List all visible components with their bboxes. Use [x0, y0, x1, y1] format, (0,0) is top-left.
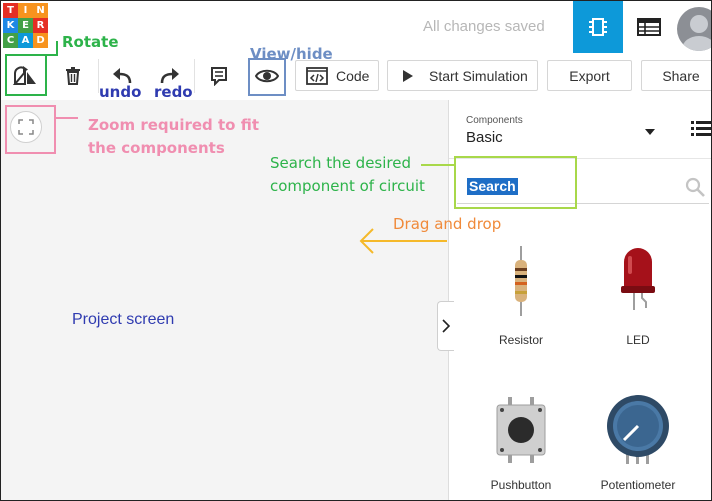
redo-annotation: redo: [154, 83, 193, 101]
view-hide-highlight: [248, 58, 286, 96]
export-button[interactable]: Export: [547, 60, 632, 91]
pushbutton-icon: [496, 397, 546, 463]
view-hide-annotation: View/hide: [250, 45, 333, 63]
logo-tile: E: [18, 18, 33, 33]
drag-drop-arrow: [359, 228, 447, 254]
zoom-highlight: [5, 105, 56, 154]
search-leader-line: [421, 164, 455, 166]
components-value: Basic: [466, 129, 503, 146]
share-button[interactable]: Share: [641, 60, 711, 91]
save-status: All changes saved: [423, 18, 545, 35]
component-potentiometer[interactable]: Potentiometer: [578, 394, 698, 497]
notes-icon: [211, 67, 227, 86]
zoom-annotation-line1: Zoom required to fit: [88, 116, 259, 134]
component-resistor[interactable]: Resistor: [461, 246, 581, 356]
user-avatar[interactable]: [677, 7, 711, 51]
led-icon: [621, 248, 655, 310]
rotate-highlight: [5, 54, 47, 96]
logo-tile: T: [3, 3, 18, 18]
toolbar-divider: [194, 59, 195, 93]
zoom-leader-line: [56, 117, 78, 119]
chevron-right-icon: [442, 319, 450, 333]
component-label: Potentiometer: [600, 478, 676, 492]
user-avatar-icon: [682, 15, 711, 51]
logo-tile: D: [33, 33, 48, 48]
table-list-icon: [637, 18, 661, 36]
components-dropdown[interactable]: Components Basic: [457, 108, 667, 154]
logo-tile: C: [3, 33, 18, 48]
rotate-annotation: Rotate: [62, 33, 119, 51]
undo-annotation: undo: [99, 83, 142, 101]
zoom-annotation: Zoom required to fit the components: [88, 114, 259, 160]
component-list-button[interactable]: [624, 1, 674, 53]
panel-header: Components Basic: [449, 100, 711, 159]
zoom-annotation-line2: the components: [88, 139, 225, 157]
search-highlight: [454, 156, 577, 209]
potentiometer-icon: [607, 395, 669, 464]
export-label: Export: [569, 67, 610, 84]
component-label: LED: [626, 333, 650, 347]
logo-tile: A: [18, 33, 33, 48]
list-view-icon[interactable]: [691, 120, 711, 136]
component-label: Resistor: [498, 333, 543, 347]
circuit-chip-icon: [589, 18, 607, 36]
app-window: T I N K E R C A D All changes saved Code…: [0, 0, 712, 501]
project-screen-annotation: Project screen: [72, 311, 175, 328]
search-icon: [685, 177, 705, 197]
start-simulation-button[interactable]: Start Simulation: [387, 60, 538, 91]
search-annotation-line2: component of circuit: [270, 177, 425, 195]
delete-button[interactable]: [58, 61, 88, 91]
components-caption: Components: [466, 115, 523, 126]
start-simulation-label: Start Simulation: [429, 67, 528, 84]
play-icon: [403, 69, 413, 82]
code-button[interactable]: Code: [295, 60, 379, 91]
logo-tile: K: [3, 18, 18, 33]
collapse-panel-tab[interactable]: [437, 301, 454, 351]
search-annotation-line1: Search the desired: [270, 154, 412, 172]
logo-tile: I: [18, 3, 33, 18]
component-pushbutton[interactable]: Pushbutton: [461, 397, 581, 497]
share-label: Share: [662, 67, 700, 84]
logo-tile: N: [33, 3, 48, 18]
component-led[interactable]: LED: [578, 246, 698, 356]
logo-tile: R: [33, 18, 48, 33]
component-label: Pushbutton: [490, 478, 552, 492]
code-icon: [306, 66, 328, 85]
circuit-view-button[interactable]: [573, 1, 623, 53]
tinkercad-logo[interactable]: T I N K E R C A D: [3, 3, 48, 48]
notes-button[interactable]: [204, 61, 234, 91]
trash-icon: [66, 67, 80, 85]
resistor-icon: [515, 246, 527, 316]
code-button-label: Code: [336, 67, 370, 84]
caret-down-icon: [645, 129, 655, 135]
search-annotation: Search the desired component of circuit: [270, 152, 425, 198]
